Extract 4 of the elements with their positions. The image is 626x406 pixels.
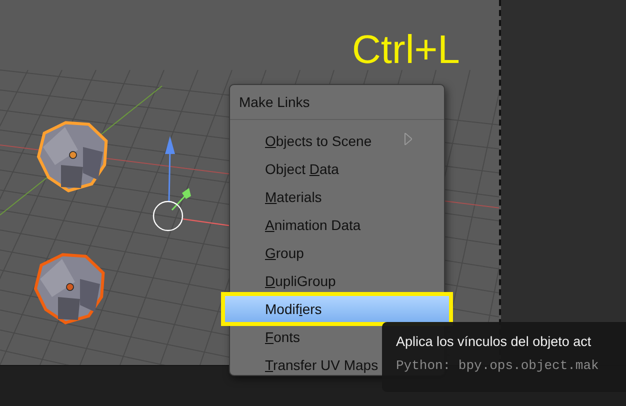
python-hint: Python: bpy.ops.object.mak <box>396 358 600 373</box>
menu-title: Make Links <box>238 93 311 112</box>
tooltip-text: Aplica los vínculos del objeto act <box>396 334 592 349</box>
shortcut-label: Ctrl+L <box>352 27 460 74</box>
